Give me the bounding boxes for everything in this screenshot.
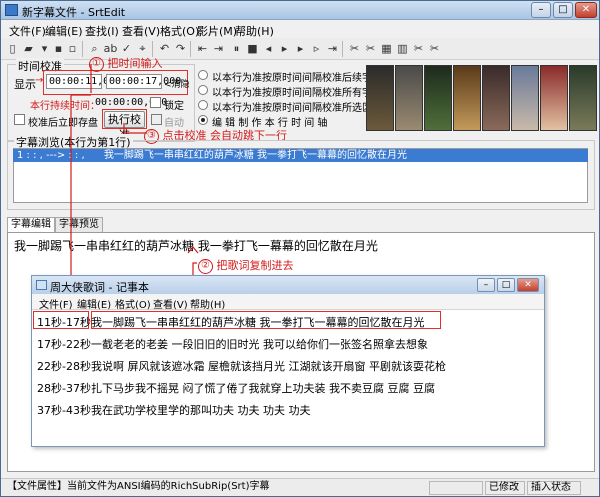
notepad-menu-format[interactable]: 格式(O): [115, 296, 151, 311]
lyric-time: 37秒-43秒: [37, 404, 91, 417]
arrow-callout-3: [123, 123, 147, 134]
lyric-time: 22秒-28秒: [37, 360, 91, 373]
notepad-menu-view[interactable]: 查看(V): [153, 296, 188, 311]
notepad-menu-file[interactable]: 文件(F): [39, 296, 73, 311]
lyric-line[interactable]: 28秒-37秒扎下马步我不摇晃 闷了慌了倦了我就穿上功夫装 我不卖豆腐 豆腐 豆…: [37, 380, 435, 396]
lyric-time: 17秒-22秒: [37, 338, 91, 351]
lyric-text: 我在武功学校里学的那叫功夫 功夫 功夫 功夫: [91, 404, 311, 417]
status-cell: [429, 481, 483, 495]
notepad-title-bar: 周大侠歌词 - 记事本 – □ ✕: [32, 276, 544, 294]
notepad-close-button[interactable]: ✕: [517, 278, 539, 292]
notepad-menu-help[interactable]: 帮助(H): [190, 296, 225, 311]
notepad-minimize-button[interactable]: –: [477, 278, 495, 292]
lyric-line[interactable]: 11秒-17秒我一脚踢飞一串串红红的葫芦冰糖 我一拳打飞一幕幕的回忆散在月光: [37, 314, 425, 330]
srtedit-window: 新字幕文件 - SrtEdit – □ ✕ 文件(F) 编辑(E) 查找(I) …: [0, 0, 600, 497]
notepad-menu-edit[interactable]: 编辑(E): [77, 296, 111, 311]
notepad-window: 周大侠歌词 - 记事本 – □ ✕ 文件(F) 编辑(E) 格式(O) 查看(V…: [31, 275, 545, 447]
lyric-time: 11秒-17秒: [37, 316, 91, 329]
lyric-text: 我一脚踢飞一串串红红的葫芦冰糖 我一拳打飞一幕幕的回忆散在月光: [91, 316, 425, 329]
lyric-text: 我说啊 屏风就该遮冰霜 屋檐就该挡月光 江湖就该开扇窗 平剧就该耍花枪: [91, 360, 446, 373]
lyric-time: 28秒-37秒: [37, 382, 91, 395]
notepad-menu-bar: 文件(F) 编辑(E) 格式(O) 查看(V) 帮助(H): [32, 294, 544, 311]
lyric-text: 一截老老的老姜 一段旧旧的旧时光 我可以给你们一张签名照拿去想象: [91, 338, 428, 351]
lyric-line[interactable]: 22秒-28秒我说啊 屏风就该遮冰霜 屋檐就该挡月光 江湖就该开扇窗 平剧就该耍…: [37, 358, 446, 374]
notepad-icon: [36, 280, 47, 290]
notepad-maximize-button[interactable]: □: [497, 278, 515, 292]
lyric-line[interactable]: 17秒-22秒一截老老的老姜 一段旧旧的旧时光 我可以给你们一张签名照拿去想象: [37, 336, 428, 352]
notepad-title: 周大侠歌词 - 记事本: [50, 281, 149, 294]
lyric-line[interactable]: 37秒-43秒我在武功学校里学的那叫功夫 功夫 功夫 功夫: [37, 402, 311, 418]
status-file-info: 【文件属性】当前文件为ANSI编码的RichSubRip(Srt)字幕: [7, 481, 270, 492]
status-modified: 已修改: [485, 481, 525, 495]
lyric-text: 扎下马步我不摇晃 闷了慌了倦了我就穿上功夫装 我不卖豆腐 豆腐 豆腐: [91, 382, 435, 395]
status-bar: 【文件属性】当前文件为ANSI编码的RichSubRip(Srt)字幕 已修改 …: [1, 478, 599, 496]
notepad-text-area[interactable]: 11秒-17秒我一脚踢飞一串串红红的葫芦冰糖 我一拳打飞一幕幕的回忆散在月光 1…: [32, 311, 544, 446]
status-insert-mode: 插入状态: [527, 481, 581, 495]
